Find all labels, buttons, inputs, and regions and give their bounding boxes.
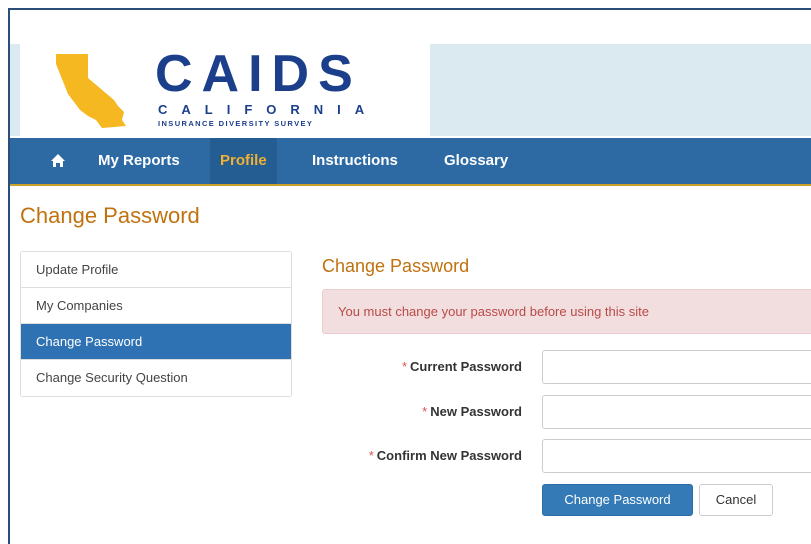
- nav-glossary[interactable]: Glossary: [434, 138, 518, 184]
- nav-instructions[interactable]: Instructions: [302, 138, 408, 184]
- new-password-label: * New Password: [422, 404, 522, 419]
- change-password-button[interactable]: Change Password: [542, 484, 693, 516]
- current-password-input[interactable]: [542, 350, 811, 384]
- home-icon[interactable]: [50, 153, 66, 169]
- required-marker: *: [368, 448, 374, 463]
- password-alert: You must change your password before usi…: [322, 289, 811, 334]
- sidebar-item-my-companies[interactable]: My Companies: [21, 288, 291, 324]
- nav-my-reports[interactable]: My Reports: [88, 138, 190, 184]
- confirm-password-row: * Confirm New Password: [322, 439, 811, 473]
- confirm-password-input[interactable]: [542, 439, 811, 473]
- profile-sidebar: Update Profile My Companies Change Passw…: [20, 251, 292, 397]
- logo-tagline: INSURANCE DIVERSITY SURVEY: [158, 119, 314, 128]
- new-password-input[interactable]: [542, 395, 811, 429]
- section-title: Change Password: [322, 256, 470, 276]
- required-marker: *: [422, 404, 428, 419]
- sidebar-item-update-profile[interactable]: Update Profile: [21, 252, 291, 288]
- required-marker: *: [401, 359, 408, 374]
- current-password-row: * Current Password: [322, 350, 811, 384]
- logo-title: CAIDS: [155, 45, 362, 103]
- logo-subtitle: CALIFORNIA: [158, 102, 379, 117]
- nav-profile[interactable]: Profile: [210, 138, 277, 184]
- caids-logo[interactable]: CAIDS CALIFORNIA INSURANCE DIVERSITY SUR…: [20, 44, 430, 136]
- page-title: Change Password: [20, 203, 200, 228]
- current-password-label: * Current Password: [401, 359, 522, 374]
- site-header: CAIDS CALIFORNIA INSURANCE DIVERSITY SUR…: [10, 44, 811, 136]
- california-map-icon: [56, 54, 126, 128]
- cancel-button[interactable]: Cancel: [699, 484, 773, 516]
- main-navbar: My Reports Profile Instructions Glossary: [10, 138, 811, 186]
- sidebar-item-change-security-question[interactable]: Change Security Question: [21, 360, 291, 396]
- browser-frame: CAIDS CALIFORNIA INSURANCE DIVERSITY SUR…: [8, 8, 811, 544]
- new-password-row: * New Password: [322, 395, 811, 429]
- sidebar-item-change-password[interactable]: Change Password: [21, 324, 291, 360]
- confirm-password-label: * Confirm New Password: [368, 448, 522, 463]
